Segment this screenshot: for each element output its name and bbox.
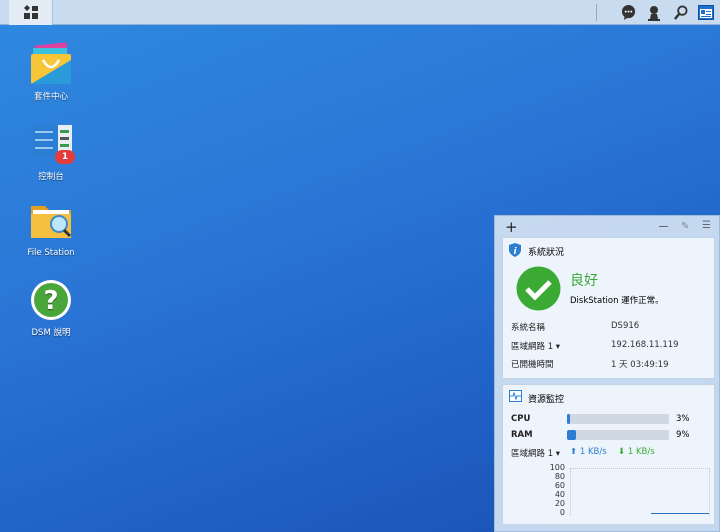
ram-bar [567, 430, 669, 440]
upload-value: 1 KB/s [579, 447, 607, 457]
download-value: 1 KB/s [627, 447, 655, 457]
axis-tick: 40 [554, 490, 565, 499]
cpu-percent: 3% [676, 414, 690, 424]
widget-title: 系統狀況 [528, 248, 565, 258]
upload-rate: ⬆ 1 KB/s [570, 447, 607, 457]
main-menu-icon [23, 4, 38, 19]
ip-value: 192.168.11.119 [611, 340, 679, 350]
file-station-icon [29, 200, 73, 244]
health-status: 良好 [570, 273, 598, 289]
axis-tick: 80 [554, 472, 565, 481]
ram-bar-fill [567, 430, 577, 440]
desktop-label: 控制台 [38, 172, 64, 182]
axis-tick: 60 [554, 481, 565, 490]
taskbar-divider [596, 4, 597, 21]
health-message: DiskStation 運作正常。 [570, 296, 664, 306]
desktop-label: File Station [27, 248, 75, 258]
axis-tick: 100 [549, 463, 565, 472]
main-menu-button[interactable] [9, 0, 53, 25]
widget-title: 資源監控 [528, 395, 565, 405]
network-line [651, 512, 709, 514]
info-shield-icon: i [509, 243, 521, 257]
widget-settings-icon[interactable]: ☰ [702, 220, 711, 231]
uptime-value: 1 天 03:49:19 [611, 360, 669, 370]
desktop-package-center[interactable]: 套件中心 [11, 42, 91, 102]
network-chart [570, 468, 710, 516]
resource-monitor-widget: 資源監控 CPU 3% RAM 9% 區域網路 1 ▾ ⬆ 1 KB/s ⬇ 1… [502, 384, 715, 525]
cpu-label: CPU [511, 414, 531, 424]
desktop-label: DSM 說明 [31, 328, 71, 338]
check-circle-icon [516, 266, 561, 311]
ram-label: RAM [511, 430, 533, 440]
ram-percent: 9% [676, 430, 690, 440]
pin-icon[interactable]: ✎ [681, 221, 689, 232]
taskbar [0, 0, 720, 25]
add-widget-button[interactable]: + [505, 218, 518, 236]
axis-tick: 0 [559, 508, 565, 517]
system-name-value: DS916 [611, 321, 640, 331]
user-icon[interactable] [646, 5, 662, 21]
download-rate: ⬇ 1 KB/s [618, 447, 655, 457]
package-center-icon [29, 42, 73, 86]
desktop-label: 套件中心 [33, 92, 68, 102]
network-select[interactable]: 區域網路 1 ▾ [511, 447, 560, 459]
lan-select[interactable]: 區域網路 1 ▾ [511, 340, 560, 352]
axis-tick: 20 [554, 499, 565, 508]
desktop-file-station[interactable]: File Station [11, 200, 91, 258]
widget-panel: + ✎ ☰ i 系統狀況 良好 DiskStation 運作正常。 系統名稱 D… [494, 215, 720, 532]
cpu-bar-fill [567, 414, 571, 424]
dsm-help-icon: ? [29, 278, 73, 322]
cpu-bar [567, 414, 669, 424]
control-panel-icon: 1 [29, 122, 75, 166]
row-label: 系統名稱 [511, 323, 546, 333]
svg-text:?: ? [43, 286, 58, 316]
desktop-control-panel[interactable]: 1 控制台 [11, 122, 91, 182]
minimize-icon[interactable] [659, 226, 668, 227]
widgets-icon[interactable] [698, 5, 714, 21]
notification-badge: 1 [55, 150, 75, 164]
row-label: 已開機時間 [511, 360, 554, 370]
monitor-icon [509, 390, 522, 402]
notification-chat-icon[interactable] [620, 5, 636, 21]
desktop-dsm-help[interactable]: ? DSM 說明 [11, 278, 91, 338]
system-health-widget: i 系統狀況 良好 DiskStation 運作正常。 系統名稱 DS916 區… [502, 237, 715, 379]
search-icon[interactable] [672, 5, 688, 21]
